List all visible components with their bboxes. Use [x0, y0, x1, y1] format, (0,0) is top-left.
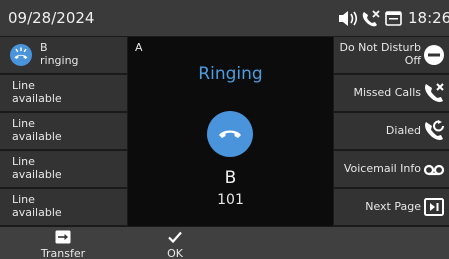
call-state: Ringing — [198, 64, 263, 84]
answer-call-button[interactable] — [207, 111, 253, 157]
ringing-call-icon — [10, 44, 32, 66]
do-not-disturb-icon — [424, 45, 444, 65]
call-panel: A Ringing B 101 — [128, 37, 333, 226]
next-page-key[interactable]: Next Page — [334, 189, 449, 225]
line-key-label: Line — [12, 193, 35, 206]
line-key-2[interactable]: Line available — [0, 75, 127, 111]
phone-handset-icon — [219, 130, 241, 138]
ok-label: OK — [167, 247, 183, 259]
time-display: 18:26 — [408, 9, 449, 27]
line-key-label: Line — [12, 79, 35, 92]
transfer-label: Transfer — [40, 247, 86, 259]
line-key-label: B — [40, 41, 48, 54]
line-key-status: ringing — [40, 54, 79, 67]
line-key-label: Line — [12, 117, 35, 130]
missed-call-icon — [362, 10, 380, 27]
do-not-disturb-key[interactable]: Do Not Disturb Off — [334, 37, 449, 73]
line-key-status: available — [12, 92, 62, 105]
line-keys: B ringing Line available Line available … — [0, 37, 128, 226]
next-page-label: Next Page — [365, 200, 421, 213]
dialed-label: Dialed — [385, 124, 421, 137]
function-keys: Do Not Disturb Off Missed Calls Dialed V… — [334, 37, 449, 226]
status-bar: 09/28/2024 18:26 — [0, 0, 449, 36]
line-key-status: available — [12, 130, 62, 143]
voicemail-label: Voicemail Info — [343, 162, 421, 175]
caller-number: 101 — [217, 192, 244, 208]
line-key-4[interactable]: Line available — [0, 151, 127, 187]
line-key-3[interactable]: Line available — [0, 113, 127, 149]
line-key-b[interactable]: B ringing — [0, 37, 127, 73]
line-key-status: available — [12, 206, 62, 219]
missed-calls-key[interactable]: Missed Calls — [334, 75, 449, 111]
next-page-icon — [424, 198, 444, 216]
checkmark-icon — [168, 231, 182, 244]
call-line-label: A — [135, 41, 143, 54]
transfer-icon — [55, 230, 71, 244]
missed-calls-icon — [425, 83, 444, 102]
line-key-status: available — [12, 168, 62, 181]
missed-calls-label: Missed Calls — [353, 86, 421, 99]
status-icons — [338, 9, 406, 27]
dialed-key[interactable]: Dialed — [334, 113, 449, 149]
dnd-state: Off — [404, 54, 421, 67]
dnd-label: Do Not Disturb — [339, 41, 421, 54]
transfer-softkey[interactable]: Transfer — [23, 227, 103, 259]
date-display: 09/28/2024 — [8, 9, 95, 27]
speaker-icon — [339, 11, 358, 26]
voicemail-info-key[interactable]: Voicemail Info — [334, 151, 449, 187]
voicemail-icon — [423, 164, 445, 176]
line-key-label: Line — [12, 155, 35, 168]
caller-name: B — [224, 168, 237, 188]
screen-icon — [385, 11, 402, 26]
softkey-bar: Transfer OK — [0, 227, 449, 259]
line-key-5[interactable]: Line available — [0, 189, 127, 225]
ok-softkey[interactable]: OK — [135, 227, 215, 259]
dialed-calls-icon — [425, 120, 444, 140]
